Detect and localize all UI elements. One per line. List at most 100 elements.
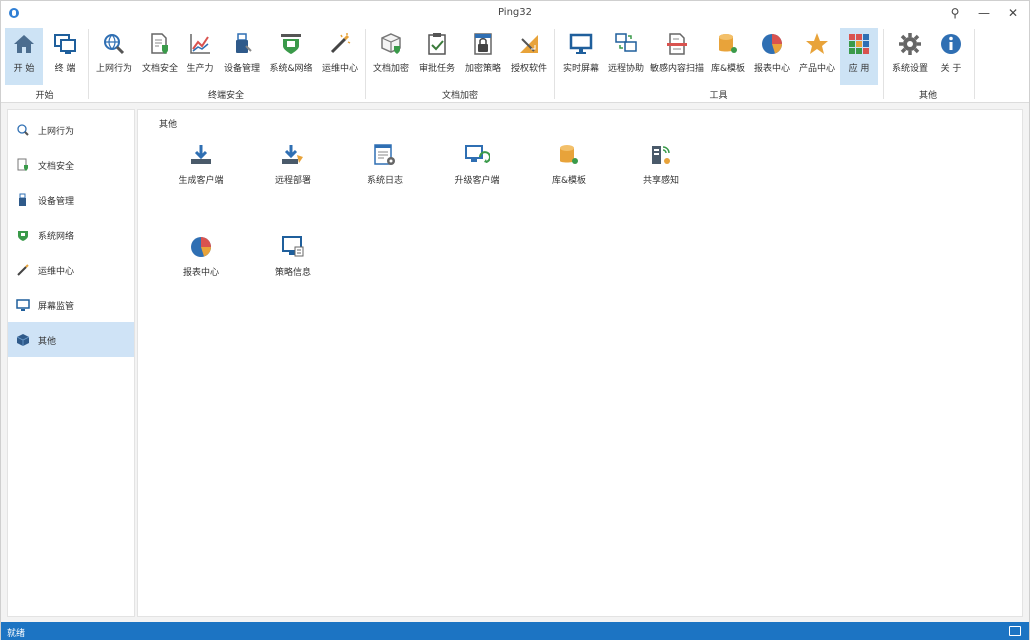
tile-generate-client[interactable]: 生成客户端 [156, 142, 246, 190]
ribbon-library-template-button[interactable]: 库&模板 [708, 28, 748, 85]
deploy-icon [282, 145, 303, 164]
ribbon-live-screen-button[interactable]: 实时屏幕 [559, 28, 603, 85]
info-icon [941, 34, 961, 54]
ribbon-button-label: 库&模板 [710, 64, 746, 74]
sidebar-item-other[interactable]: 其他 [8, 322, 134, 357]
tile-label: 报表中心 [182, 268, 219, 278]
ribbon-sensitive-scan-button[interactable]: 敏感内容扫描 [649, 28, 705, 85]
database-icon [560, 145, 578, 164]
ribbon-ops-center-button[interactable]: 运维中心 [319, 28, 361, 85]
message-icon[interactable] [1009, 626, 1021, 636]
tile-upgrade-client[interactable]: 升级客户端 [432, 142, 522, 190]
sidebar-item-label: 运维中心 [38, 267, 75, 277]
section-title: 其他 [159, 120, 178, 130]
network-shield-icon [18, 231, 28, 241]
ribbon-button-label: 远程协助 [607, 64, 644, 74]
tile-report-center[interactable]: 报表中心 [156, 234, 246, 282]
document-shield-icon [151, 33, 168, 54]
ribbon-doc-security-button[interactable]: 文档安全 [139, 28, 181, 85]
close-button[interactable]: ✕ [1002, 4, 1024, 22]
tile-label: 生成客户端 [178, 176, 224, 186]
log-icon [374, 144, 395, 165]
ribbon-system-settings-button[interactable]: 系统设置 [888, 28, 932, 85]
sidebar-item-web-behavior[interactable]: 上网行为 [8, 112, 134, 147]
ribbon-product-center-button[interactable]: 产品中心 [796, 28, 838, 85]
sidebar-item-ops-center[interactable]: 运维中心 [8, 252, 134, 287]
ribbon-report-center-button[interactable]: 报表中心 [752, 28, 792, 85]
sidebar-item-label: 屏幕监管 [38, 302, 75, 312]
ribbon-divider [554, 29, 555, 99]
database-icon [719, 34, 737, 53]
minimize-button[interactable]: — [973, 4, 995, 22]
cube-shield-icon [381, 33, 401, 54]
monitor-icon [569, 33, 593, 54]
terminal-icon [54, 34, 76, 54]
upgrade-client-icon [465, 145, 490, 163]
pie-chart-icon [762, 34, 782, 54]
globe-search-icon [17, 124, 29, 136]
sidebar-item-doc-security[interactable]: 文档安全 [8, 147, 134, 182]
ribbon-button-label: 实时屏幕 [562, 64, 599, 74]
monitor-icon [16, 299, 30, 311]
ribbon-group-label: 文档加密 [441, 91, 478, 101]
globe-search-icon [104, 34, 125, 55]
ribbon-device-mgmt-button[interactable]: 设备管理 [221, 28, 263, 85]
ribbon-button-label: 加密策略 [464, 64, 501, 74]
ribbon-button-label: 运维中心 [321, 64, 358, 74]
ribbon-terminal-button[interactable]: 终 端 [46, 28, 84, 85]
tile-label: 系统日志 [366, 176, 403, 186]
sidebar-item-label: 系统网络 [38, 232, 75, 242]
sidebar-item-screen-monitor[interactable]: 屏幕监管 [8, 287, 134, 322]
sidebar-item-label: 其他 [38, 337, 57, 347]
ribbon-toolbar: 开 始 终 端 开始 上网行为 文档安全 生产力 设备管理 系统&网络 运维中心… [1, 25, 1029, 103]
network-shield-icon [281, 34, 301, 54]
ribbon-web-behavior-button[interactable]: 上网行为 [91, 28, 137, 85]
document-scan-icon [667, 33, 687, 55]
tile-share-sensor[interactable]: 共享感知 [616, 142, 706, 190]
sidebar: 上网行为 文档安全 设备管理 系统网络 运维中心 屏幕监管 其他 [7, 109, 135, 617]
tile-policy-info[interactable]: 策略信息 [248, 234, 338, 282]
ruler-tools-icon [520, 35, 538, 53]
ribbon-button-label: 系统设置 [891, 64, 928, 74]
ribbon-start-button[interactable]: 开 始 [5, 28, 43, 85]
sidebar-item-device-mgmt[interactable]: 设备管理 [8, 182, 134, 217]
ribbon-group-label: 工具 [709, 91, 728, 101]
usb-device-icon [236, 33, 252, 53]
ribbon-approval-task-button[interactable]: 审批任务 [416, 28, 458, 85]
tile-system-log[interactable]: 系统日志 [340, 142, 430, 190]
tile-library-template[interactable]: 库&模板 [524, 142, 614, 190]
sidebar-item-label: 上网行为 [38, 127, 75, 137]
ribbon-productivity-button[interactable]: 生产力 [183, 28, 217, 85]
sidebar-item-label: 文档安全 [38, 162, 75, 172]
share-sensor-icon [652, 146, 670, 164]
apps-grid-icon [849, 34, 869, 54]
title-bar: Ping32 ⚲ — ✕ [1, 1, 1029, 25]
ribbon-remote-assist-button[interactable]: 远程协助 [605, 28, 647, 85]
magic-wand-icon [17, 264, 29, 276]
ribbon-divider [974, 29, 975, 99]
clipboard-check-icon [428, 33, 446, 55]
home-icon [14, 35, 34, 53]
tile-remote-deploy[interactable]: 远程部署 [248, 142, 338, 190]
search-icon[interactable]: ⚲ [944, 4, 966, 22]
ribbon-system-network-button[interactable]: 系统&网络 [267, 28, 315, 85]
main-panel: 其他 生成客户端 远程部署 系统日志 升级客户端 库&模板 共享感知 报表中心 [137, 109, 1023, 617]
ribbon-button-label: 生产力 [186, 64, 214, 74]
ribbon-group-label: 其他 [918, 91, 937, 101]
ribbon-encrypt-policy-button[interactable]: 加密策略 [462, 28, 504, 85]
ribbon-button-label: 设备管理 [223, 64, 260, 74]
ribbon-button-label: 审批任务 [418, 64, 455, 74]
ribbon-apps-button[interactable]: 应 用 [840, 28, 878, 85]
ribbon-divider [883, 29, 884, 99]
ribbon-about-button[interactable]: 关 于 [934, 28, 968, 85]
ribbon-doc-encrypt-button[interactable]: 文档加密 [370, 28, 412, 85]
ribbon-group-label: 开始 [35, 91, 54, 101]
ribbon-button-label: 开 始 [13, 64, 35, 74]
ribbon-button-label: 授权软件 [510, 64, 547, 74]
sidebar-item-system-network[interactable]: 系统网络 [8, 217, 134, 252]
ribbon-button-label: 应 用 [848, 64, 870, 74]
ribbon-licensed-software-button[interactable]: 授权软件 [508, 28, 550, 85]
ribbon-divider [88, 29, 89, 99]
tile-label: 库&模板 [551, 176, 587, 186]
cube-icon [16, 334, 30, 346]
